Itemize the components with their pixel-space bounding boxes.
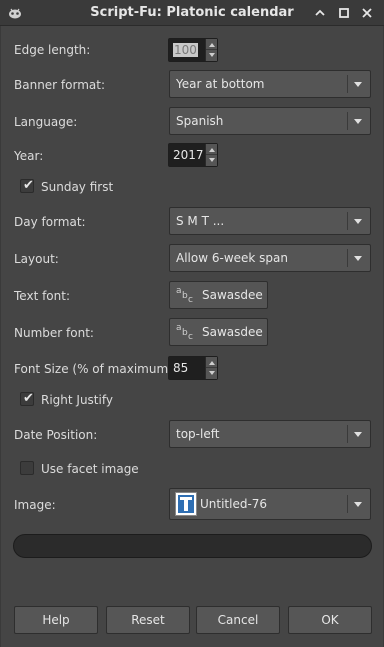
year-spinner[interactable]: 2017 <box>168 143 218 167</box>
spin-down-icon[interactable] <box>209 371 215 375</box>
language-label: Language: <box>14 115 78 129</box>
font-size-value[interactable]: 85 <box>169 357 205 379</box>
use-facet-image-label[interactable]: Use facet image <box>41 462 139 476</box>
progress-bar <box>13 534 372 558</box>
checkmark-icon: ✔ <box>23 391 34 406</box>
spinner-arrows[interactable] <box>205 357 217 379</box>
year-value[interactable]: 2017 <box>169 144 205 166</box>
edge-length-spinner[interactable]: 100 <box>168 38 218 62</box>
date-position-value: top-left <box>176 427 220 441</box>
help-button[interactable]: Help <box>14 606 98 634</box>
text-font-button[interactable]: a b c Sawasdee <box>169 281 268 309</box>
ok-button[interactable]: OK <box>288 606 372 634</box>
spin-up-icon[interactable] <box>209 361 215 365</box>
spin-down-icon[interactable] <box>209 158 215 162</box>
sunday-first-label[interactable]: Sunday first <box>41 180 113 194</box>
chevron-down-icon <box>354 432 362 437</box>
layout-value: Allow 6-week span <box>176 251 288 265</box>
maximize-icon[interactable] <box>335 4 353 22</box>
number-font-button[interactable]: a b c Sawasdee <box>169 318 268 346</box>
chevron-down-icon <box>354 119 362 124</box>
text-font-label: Text font: <box>14 289 71 303</box>
spinner-arrows[interactable] <box>205 39 217 61</box>
minimize-icon[interactable] <box>311 4 329 22</box>
chevron-down-icon <box>354 82 362 87</box>
image-combo[interactable]: Untitled-76 <box>169 488 371 520</box>
banner-format-label: Banner format: <box>14 78 106 92</box>
year-label: Year: <box>14 149 44 163</box>
cancel-button[interactable]: Cancel <box>196 606 280 634</box>
banner-format-combo[interactable]: Year at bottom <box>169 70 371 98</box>
title-bar: Script-Fu: Platonic calendar <box>0 0 384 26</box>
right-justify-label[interactable]: Right Justify <box>41 393 113 407</box>
banner-format-value: Year at bottom <box>176 77 265 91</box>
date-position-label: Date Position: <box>14 428 98 442</box>
right-justify-checkbox[interactable]: ✔ <box>20 392 34 406</box>
use-facet-image-checkbox[interactable] <box>20 461 34 475</box>
image-label: Image: <box>14 498 56 512</box>
image-thumbnail-icon <box>175 492 197 516</box>
number-font-label: Number font: <box>14 326 94 340</box>
font-size-label: Font Size (% of maximum): <box>14 362 177 376</box>
text-font-value: Sawasdee <box>202 288 263 302</box>
dialog-body: Edge length: 100 Banner format: Year at … <box>0 26 384 647</box>
language-combo[interactable]: Spanish <box>169 107 371 135</box>
checkmark-icon: ✔ <box>23 178 34 193</box>
language-value: Spanish <box>176 114 224 128</box>
edge-length-label: Edge length: <box>14 43 91 57</box>
number-font-value: Sawasdee <box>202 325 263 339</box>
chevron-down-icon <box>354 219 362 224</box>
layout-label: Layout: <box>14 252 59 266</box>
close-icon[interactable] <box>358 4 376 22</box>
edge-length-value[interactable]: 100 <box>173 43 198 57</box>
spin-down-icon[interactable] <box>209 53 215 57</box>
spinner-arrows[interactable] <box>205 144 217 166</box>
font-icon: a b c <box>176 323 193 342</box>
spin-up-icon[interactable] <box>209 148 215 152</box>
image-value: Untitled-76 <box>200 497 268 511</box>
font-size-spinner[interactable]: 85 <box>168 356 218 380</box>
day-format-combo[interactable]: S M T ... <box>169 207 371 235</box>
day-format-label: Day format: <box>14 215 86 229</box>
layout-combo[interactable]: Allow 6-week span <box>169 244 371 272</box>
chevron-down-icon <box>354 502 362 507</box>
day-format-value: S M T ... <box>176 214 225 228</box>
chevron-down-icon <box>354 256 362 261</box>
reset-button[interactable]: Reset <box>106 606 190 634</box>
sunday-first-checkbox[interactable]: ✔ <box>20 179 34 193</box>
date-position-combo[interactable]: top-left <box>169 420 371 448</box>
spin-up-icon[interactable] <box>209 43 215 47</box>
font-icon: a b c <box>176 286 193 305</box>
